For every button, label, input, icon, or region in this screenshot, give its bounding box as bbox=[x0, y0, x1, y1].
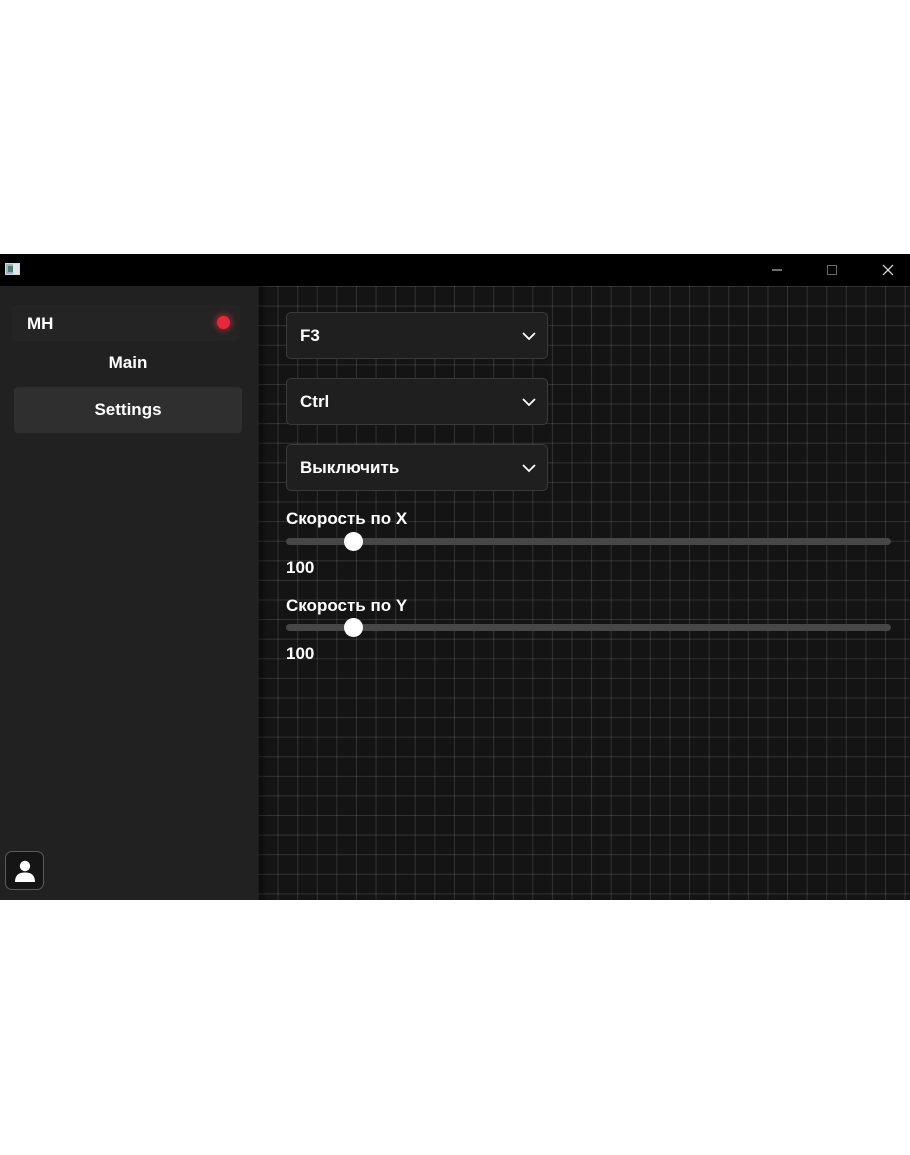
maximize-button[interactable] bbox=[809, 254, 855, 286]
brand-row: MH bbox=[12, 305, 240, 341]
app-window: MH Main Settings F3 Ctrl Выключить Скоро… bbox=[0, 254, 910, 900]
sidebar-item-main[interactable]: Main bbox=[14, 340, 242, 386]
chevron-down-icon bbox=[522, 398, 536, 407]
minimize-button[interactable] bbox=[754, 254, 800, 286]
modifier-dropdown[interactable]: Ctrl bbox=[286, 378, 548, 425]
maximize-icon bbox=[827, 265, 837, 275]
app-icon bbox=[5, 263, 20, 275]
settings-panel: F3 Ctrl Выключить Скорость по X 100 Скор… bbox=[258, 286, 910, 900]
speed-x-label: Скорость по X bbox=[286, 509, 408, 528]
title-bar bbox=[0, 254, 910, 286]
speed-y-value: 100 bbox=[286, 644, 315, 663]
brand-label: MH bbox=[27, 314, 54, 333]
slider-thumb[interactable] bbox=[343, 532, 363, 551]
speed-x-value: 100 bbox=[286, 558, 315, 577]
close-icon bbox=[882, 264, 894, 276]
minimize-icon bbox=[772, 269, 782, 271]
dropdown-value: F3 bbox=[300, 326, 320, 345]
sidebar-item-label: Main bbox=[108, 353, 148, 372]
slider-thumb[interactable] bbox=[343, 618, 363, 637]
speed-x-slider[interactable] bbox=[286, 532, 891, 551]
sidebar-item-settings[interactable]: Settings bbox=[14, 387, 242, 433]
dropdown-value: Выключить bbox=[300, 458, 400, 477]
mode-dropdown[interactable]: Выключить bbox=[286, 444, 548, 491]
sidebar: MH Main Settings bbox=[0, 286, 258, 900]
user-icon bbox=[14, 860, 35, 882]
speed-y-slider[interactable] bbox=[286, 618, 891, 637]
profile-button[interactable] bbox=[5, 851, 44, 890]
close-button[interactable] bbox=[865, 254, 910, 286]
chevron-down-icon bbox=[522, 464, 536, 473]
sidebar-item-label: Settings bbox=[94, 400, 162, 419]
hotkey-dropdown[interactable]: F3 bbox=[286, 312, 548, 359]
chevron-down-icon bbox=[522, 332, 536, 341]
dropdown-value: Ctrl bbox=[300, 392, 330, 411]
speed-y-label: Скорость по Y bbox=[286, 596, 408, 615]
status-indicator bbox=[217, 316, 230, 329]
